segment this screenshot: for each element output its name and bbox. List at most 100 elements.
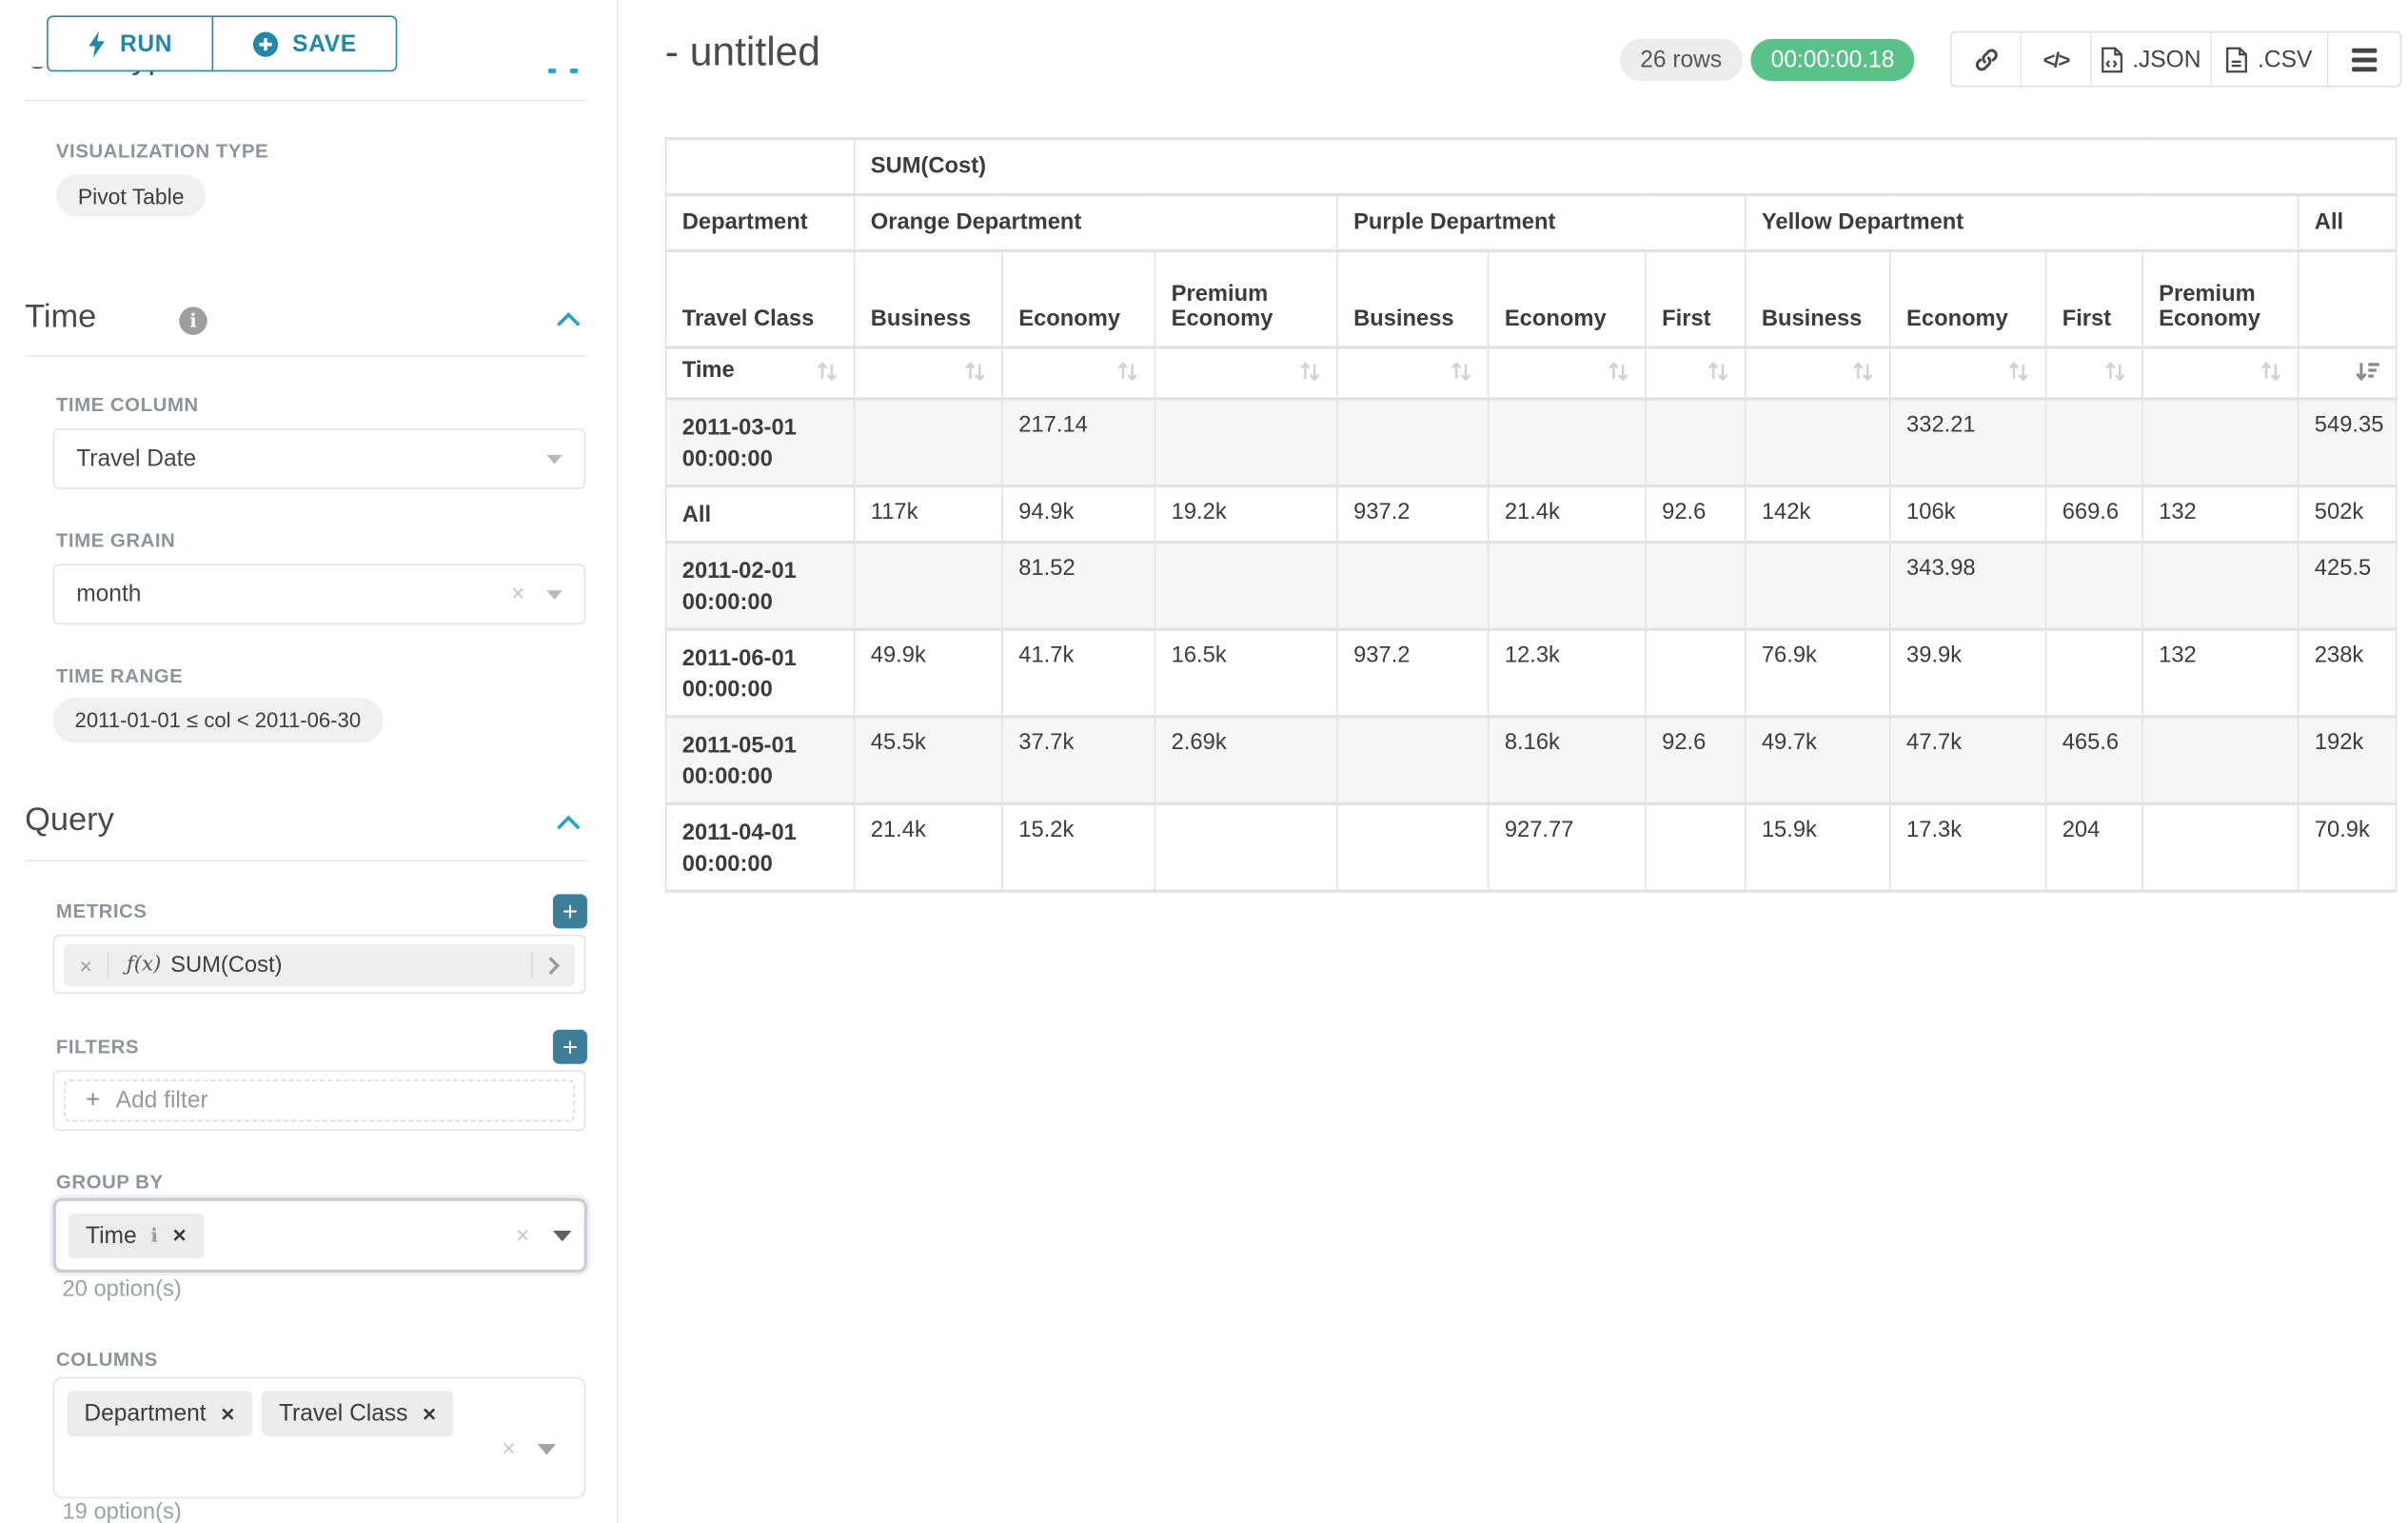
view-query-button[interactable]: </> — [2021, 32, 2091, 86]
pivot-value-cell — [1646, 542, 1746, 629]
pivot-sort-cell[interactable] — [1155, 347, 1336, 399]
remove-icon[interactable]: ✕ — [172, 1224, 188, 1246]
sort-icon[interactable] — [2104, 362, 2126, 382]
export-json-button[interactable]: .JSON — [2090, 32, 2210, 86]
pivot-data-row: 2011-04-01 00:00:0021.4k15.2k927.7715.9k… — [666, 803, 2397, 891]
pivot-value-cell — [1155, 542, 1336, 629]
pivot-value-cell — [1337, 717, 1489, 804]
json-label: .JSON — [2132, 46, 2201, 72]
time-column-value: Travel Date — [76, 445, 196, 472]
sort-descending-icon[interactable] — [2355, 362, 2379, 382]
chevron-right-icon[interactable] — [546, 954, 561, 976]
columns-option-count: 19 option(s) — [62, 1500, 181, 1523]
sort-icon[interactable] — [1116, 362, 1138, 382]
time-grain-label: TIME GRAIN — [56, 529, 175, 551]
pivot-row-label: 2011-06-01 00:00:00 — [666, 629, 855, 717]
pivot-value-cell — [2142, 803, 2299, 891]
pivot-sort-cell[interactable] — [2046, 347, 2142, 399]
pivot-value-cell: 192k — [2299, 717, 2397, 804]
columns-pill[interactable]: Department✕ — [67, 1391, 252, 1435]
collapse-icon[interactable] — [548, 69, 556, 72]
pivot-value-cell: 549.35 — [2299, 399, 2397, 486]
chevron-up-icon[interactable] — [556, 311, 581, 326]
pivot-value-cell — [1337, 542, 1489, 629]
pivot-class-header: First — [1646, 250, 1746, 346]
pivot-corner-cell — [666, 139, 855, 195]
remove-icon[interactable]: ✕ — [422, 1403, 437, 1425]
info-icon[interactable]: i — [150, 1224, 157, 1246]
groupby-pill[interactable]: Time i ✕ — [69, 1213, 204, 1257]
json-file-icon — [2101, 46, 2122, 72]
pivot-row-label: 2011-04-01 00:00:00 — [666, 803, 855, 891]
collapse-icon[interactable] — [570, 69, 578, 72]
sort-icon[interactable] — [817, 362, 839, 382]
plus-circle-icon — [252, 30, 279, 57]
time-column-select[interactable]: Travel Date — [53, 428, 586, 489]
pivot-sort-cell[interactable] — [2299, 347, 2397, 399]
superset-explore-view: Chart Type RUN SAVE VISUALIZATION TYPE P… — [0, 0, 2408, 1523]
menu-button[interactable] — [2327, 32, 2400, 86]
sort-icon[interactable] — [1608, 362, 1629, 382]
pivot-sort-cell[interactable] — [1746, 347, 1890, 399]
columns-select[interactable]: Department✕Travel Class✕ × — [53, 1377, 586, 1499]
pivot-value-cell: 15.2k — [1002, 803, 1155, 891]
pivot-value-cell — [1489, 542, 1646, 629]
pivot-sort-cell[interactable] — [1646, 347, 1746, 399]
sort-icon[interactable] — [2260, 362, 2282, 382]
pivot-value-cell — [1155, 803, 1336, 891]
toolbar: </> .JSON .CSV — [1950, 31, 2402, 88]
add-filter-dropzone[interactable]: + Add filter — [64, 1079, 575, 1121]
pivot-data-row: 2011-06-01 00:00:0049.9k41.7k16.5k937.21… — [666, 629, 2397, 717]
pivot-group-header: Yellow Department — [1746, 195, 2299, 251]
sort-icon[interactable] — [964, 362, 986, 382]
run-button[interactable]: RUN — [49, 17, 211, 70]
pivot-sort-cell[interactable] — [1890, 347, 2046, 399]
sort-icon[interactable] — [1707, 362, 1729, 382]
pivot-value-cell — [1746, 399, 1890, 486]
info-icon[interactable]: i — [179, 307, 207, 334]
viz-type-pill[interactable]: Pivot Table — [56, 174, 206, 216]
sort-icon[interactable] — [1451, 362, 1472, 382]
pivot-value-cell: 117k — [855, 486, 1002, 543]
pivot-sort-cell[interactable] — [1002, 347, 1155, 399]
share-link-button[interactable] — [1952, 32, 2021, 86]
remove-icon[interactable]: ✕ — [220, 1403, 235, 1425]
groupby-select[interactable]: Time i ✕ × — [53, 1197, 587, 1273]
clear-icon[interactable]: × — [502, 1437, 515, 1461]
control-panel: Chart Type RUN SAVE VISUALIZATION TYPE P… — [0, 0, 619, 1523]
time-range-pill[interactable]: 2011-01-01 ≤ col < 2011-06-30 — [53, 698, 383, 742]
sort-icon[interactable] — [1852, 362, 1874, 382]
columns-pill[interactable]: Travel Class✕ — [262, 1391, 454, 1435]
pivot-sort-cell[interactable] — [1489, 347, 1646, 399]
pivot-value-cell — [1646, 399, 1746, 486]
pivot-sort-cell[interactable] — [1337, 347, 1489, 399]
clear-icon[interactable]: × — [516, 1223, 529, 1247]
pivot-sort-cell[interactable] — [2142, 347, 2299, 399]
pivot-value-cell: 142k — [1746, 486, 1890, 543]
save-button[interactable]: SAVE — [211, 17, 396, 70]
add-filter-button[interactable]: + — [553, 1030, 587, 1064]
pivot-value-cell — [1155, 399, 1336, 486]
chart-title[interactable]: - untitled — [665, 28, 820, 76]
pivot-dimension-header: Department — [666, 195, 855, 251]
sort-icon[interactable] — [2007, 362, 2029, 382]
sort-icon[interactable] — [1299, 362, 1321, 382]
metric-pill[interactable]: × ƒ(x) SUM(Cost) — [64, 944, 575, 986]
add-metric-button[interactable]: + — [553, 894, 587, 928]
pivot-sort-row-label[interactable]: Time — [666, 347, 855, 399]
time-grain-select[interactable]: month × — [53, 564, 586, 624]
pivot-value-cell: 94.9k — [1002, 486, 1155, 543]
pivot-value-cell: 21.4k — [1489, 486, 1646, 543]
remove-metric-icon[interactable]: × — [64, 953, 108, 978]
chevron-up-icon[interactable] — [556, 815, 581, 830]
query-section-heading: Query — [25, 802, 114, 840]
pivot-value-cell: 343.98 — [1890, 542, 2046, 629]
export-csv-button[interactable]: .CSV — [2210, 32, 2327, 86]
clear-icon[interactable]: × — [511, 583, 524, 606]
pivot-sort-cell[interactable] — [855, 347, 1002, 399]
pivot-value-cell — [855, 542, 1002, 629]
pivot-value-cell: 37.7k — [1002, 717, 1155, 804]
pivot-value-cell: 16.5k — [1155, 629, 1336, 717]
pivot-dimension-header: Travel Class — [666, 250, 855, 346]
pivot-class-header: Business — [1746, 250, 1890, 346]
